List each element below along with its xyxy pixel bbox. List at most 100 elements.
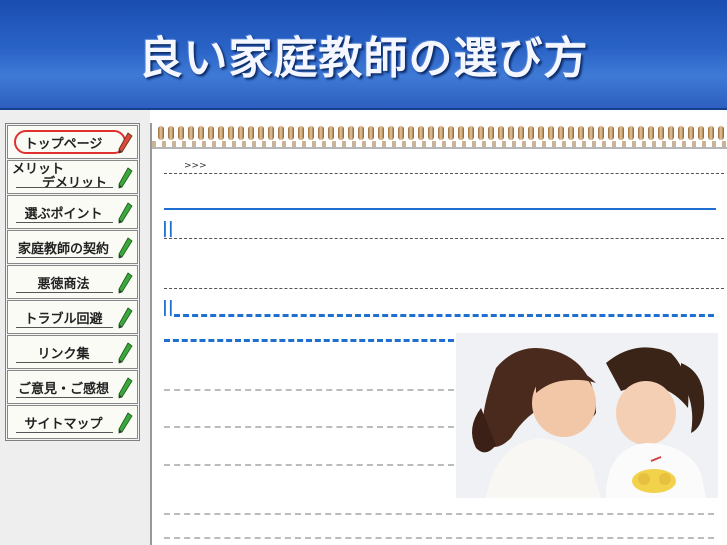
ruled-line [164,537,714,539]
nav-item-tutor-contract[interactable]: 家庭教師の契約 [7,230,138,264]
nav-item-label: ご意見・ご感想 [17,381,109,397]
pencil-icon [118,342,133,364]
nav-item-sitemap[interactable]: サイトマップ [7,405,138,439]
binding-ring [628,126,634,140]
binding-ring [178,126,184,140]
binding-ring [368,126,374,140]
pencil-icon [118,272,133,294]
binding-ring [668,126,674,140]
binding-ring [708,126,714,140]
binding-ring [398,126,404,140]
nav-item-label: 悪徳商法 [37,276,90,292]
nav-item-label: メリット デメリット [12,161,115,193]
nav-item-label: 家庭教師の契約 [17,241,109,257]
nav-item-label: リンク集 [37,346,90,362]
nav-item-label: 選ぶポイント [24,206,103,222]
nav-item-label-line2: デメリット [42,176,108,191]
nav-item-feedback[interactable]: ご意見・ご感想 [7,370,138,404]
label-underline [16,432,113,433]
site-title: 良い家庭教師の選び方 [138,33,589,84]
nav-item-label: サイトマップ [24,416,103,432]
ruled-line [164,238,724,239]
binding-ring [638,126,644,140]
section-heading-dashes [174,314,714,317]
binding-ring [578,126,584,140]
binding-ring [618,126,624,140]
binding-ring [558,126,564,140]
binding-ring [588,126,594,140]
binding-ring [598,126,604,140]
binding-ring [298,126,304,140]
binding-ring [218,126,224,140]
binding-ring [438,126,444,140]
section-heading-dashes [164,339,454,342]
binding-ring [328,126,334,140]
nav-item-fraud[interactable]: 悪徳商法 [7,265,138,299]
ruled-line [164,513,714,515]
label-underline [16,257,113,258]
notebook-binding [152,123,727,149]
binding-ring [248,126,254,140]
binding-ring [358,126,364,140]
binding-ring [478,126,484,140]
nav-item-top-page[interactable]: トップページ [7,125,138,159]
pencil-icon [118,202,133,224]
binding-ring [318,126,324,140]
label-underline [16,327,113,328]
ruled-line [164,464,454,466]
binding-ring [168,126,174,140]
breadcrumb[interactable]: >>> [184,161,207,171]
binding-ring [508,126,514,140]
binding-ring [688,126,694,140]
mother-daughter-photo [456,333,718,498]
binding-ring [188,126,194,140]
nav-item-selection-points[interactable]: 選ぶポイント [7,195,138,229]
binding-ring [658,126,664,140]
binding-ring [718,126,724,140]
binding-ring [448,126,454,140]
binding-ring [498,126,504,140]
ruled-line [164,173,724,174]
ruled-line [164,389,454,391]
binding-ring [158,126,164,140]
pencil-icon [118,237,133,259]
nav-item-label: トラブル回避 [24,311,103,327]
binding-ring [458,126,464,140]
binding-ring [538,126,544,140]
pencil-icon [118,167,133,189]
binding-ring [338,126,344,140]
label-underline [16,292,113,293]
binding-ring [648,126,654,140]
section-marker: || [162,218,174,237]
binding-ring [308,126,314,140]
binding-ring [258,126,264,140]
binding-ring [678,126,684,140]
nav-item-trouble-avoidance[interactable]: トラブル回避 [7,300,138,334]
binding-ring [488,126,494,140]
binding-ring [528,126,534,140]
header-banner: 良い家庭教師の選び方 [0,0,727,110]
binding-ring [408,126,414,140]
binding-ring [238,126,244,140]
binding-ring [348,126,354,140]
label-underline [16,397,113,398]
binding-ring [608,126,614,140]
binding-ring [228,126,234,140]
section-heading-rule [164,208,716,210]
binding-ring [288,126,294,140]
section-marker: || [162,297,174,316]
binding-ring [198,126,204,140]
label-underline [16,187,113,188]
binding-ring [418,126,424,140]
binding-ring [378,126,384,140]
nav-item-merit-demerit[interactable]: メリット デメリット [7,160,138,194]
binding-ring [428,126,434,140]
nav-item-links[interactable]: リンク集 [7,335,138,369]
binding-ring [388,126,394,140]
sidebar-nav: トップページ メリット デメリット 選ぶポイント 家庭教師の契約 悪徳商法 トラ… [5,123,140,441]
binding-ring [568,126,574,140]
label-underline [16,222,113,223]
binding-holes [152,141,727,147]
ruled-line [164,288,724,289]
pencil-icon [118,412,133,434]
